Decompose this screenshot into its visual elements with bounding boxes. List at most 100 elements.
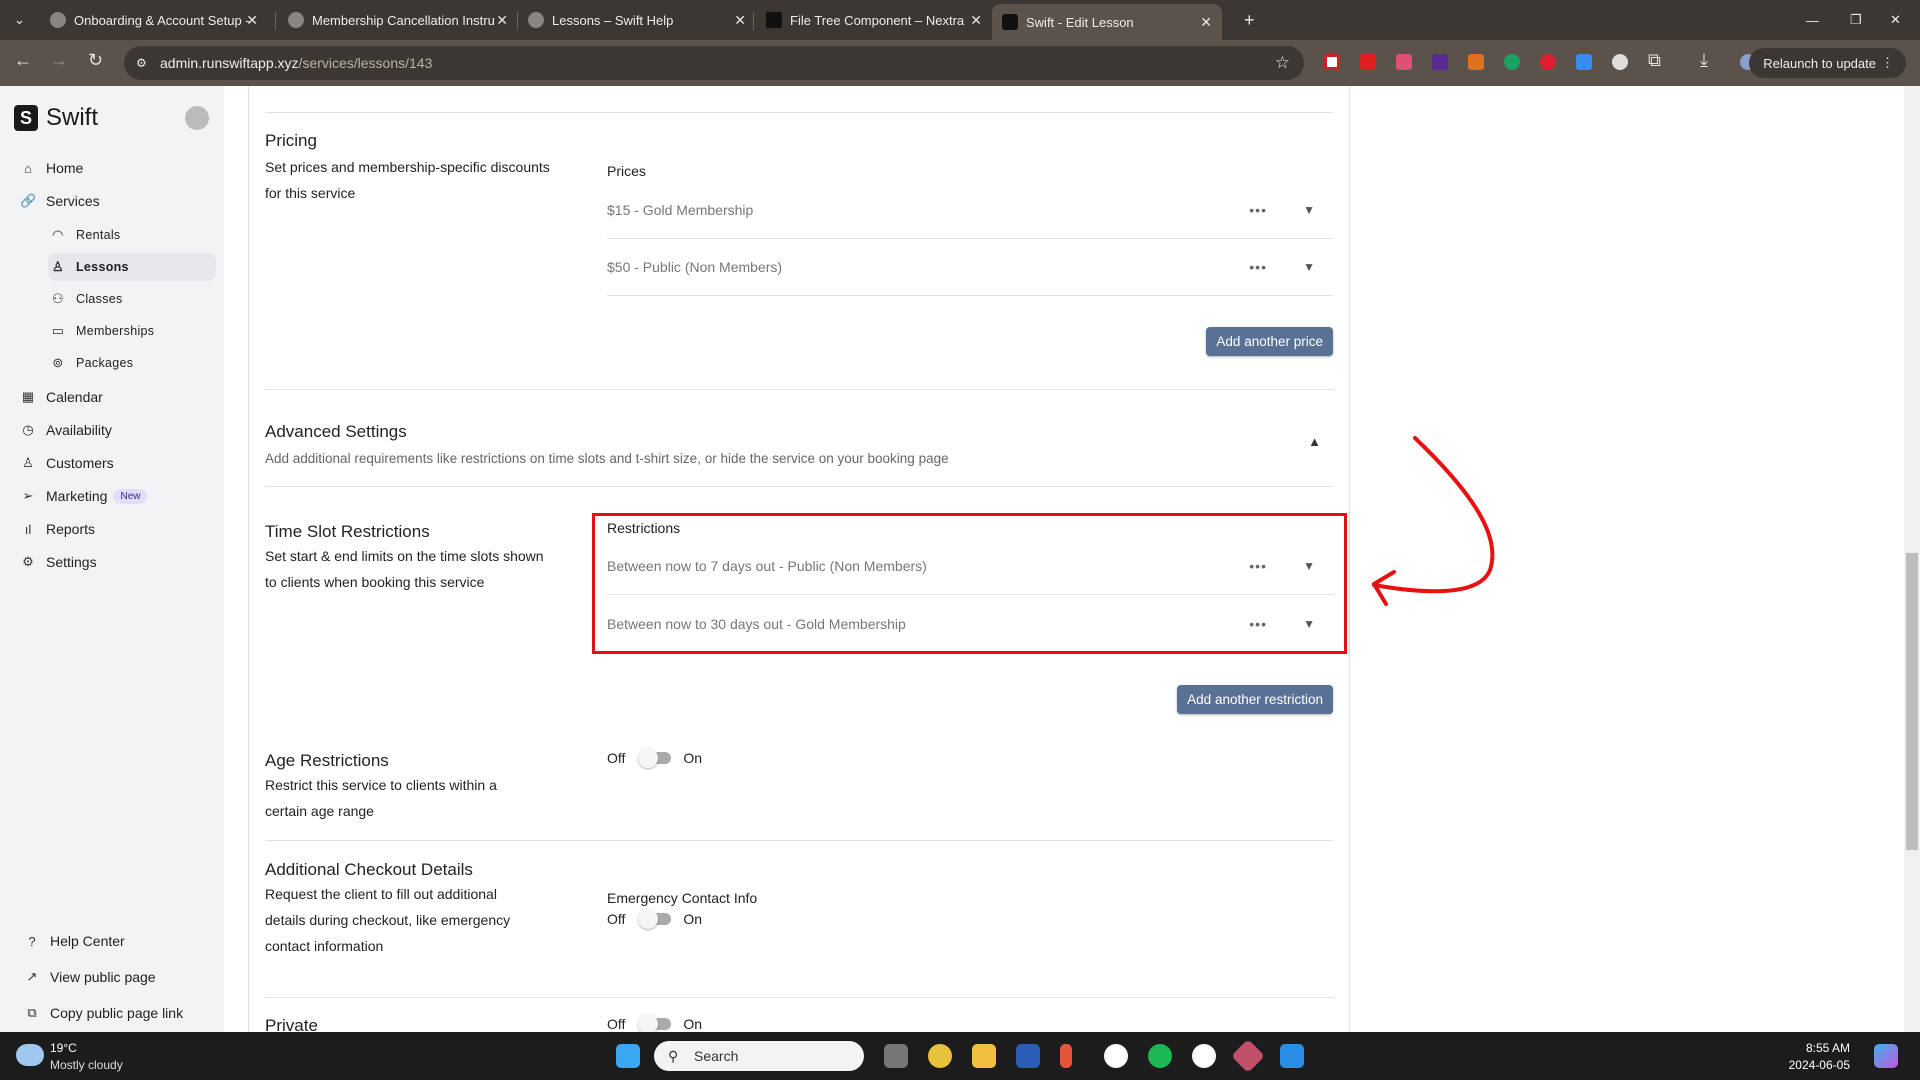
word-icon[interactable] (1016, 1044, 1040, 1068)
figma-icon[interactable] (1060, 1044, 1072, 1068)
copy-icon: ⧉ (27, 1005, 37, 1020)
taskbar-search[interactable]: ⚲ Search (654, 1041, 864, 1071)
sidebar-item-classes[interactable]: ⚇ Classes (50, 291, 123, 307)
address-bar[interactable]: ⚙ admin.runswiftapp.xyz/services/lessons… (124, 46, 1304, 80)
sidebar-item-home[interactable]: ⌂ Home (20, 160, 83, 176)
gauge-icon: ◠ (52, 227, 64, 242)
arrow-annotation-icon (1372, 436, 1495, 606)
sidebar-item-rentals[interactable]: ◠ Rentals (50, 227, 120, 243)
close-tab-icon[interactable]: ✕ (1200, 14, 1212, 31)
pricing-title: Pricing (265, 131, 317, 150)
sidebar-item-lessons[interactable]: ♙ Lessons (48, 253, 216, 281)
pricing-description: Set prices and membership-specific disco… (265, 159, 550, 201)
file-explorer-icon[interactable] (972, 1044, 996, 1068)
reload-icon[interactable]: ↻ (88, 50, 103, 71)
tab-lessons-help[interactable]: Lessons – Swift Help ✕ (518, 6, 756, 34)
restore-button[interactable]: ❐ (1840, 6, 1862, 34)
extension-icon[interactable] (1576, 54, 1592, 70)
grammarly-extension-icon[interactable] (1504, 54, 1520, 70)
swift-help-favicon-icon (528, 12, 544, 28)
view-public-page-link[interactable]: ↗ View public page (24, 969, 156, 985)
clock-date[interactable]: 2024-06-05 (1789, 1058, 1850, 1072)
sidebar-item-reports[interactable]: ıl Reports (20, 521, 95, 537)
relaunch-button[interactable]: Relaunch to update ⋮ (1749, 48, 1906, 78)
chevron-up-icon[interactable]: ▲ (1308, 434, 1321, 449)
task-view-icon[interactable] (884, 1044, 908, 1068)
toggle-switch[interactable] (638, 909, 672, 929)
vscode-icon[interactable] (1280, 1044, 1304, 1068)
close-tab-icon[interactable]: ✕ (246, 12, 258, 29)
chevron-down-icon[interactable]: ▼ (1303, 260, 1315, 274)
extension-icon[interactable] (1612, 54, 1628, 70)
brand-logo[interactable]: S Swift (14, 104, 98, 132)
sidebar-item-calendar[interactable]: ▦ Calendar (20, 389, 103, 405)
page-scrollbar[interactable] (1904, 86, 1920, 1032)
toggle-switch[interactable] (638, 748, 672, 768)
close-tab-icon[interactable]: ✕ (970, 12, 982, 29)
card-icon: ▭ (51, 323, 65, 338)
extension-icon[interactable] (1396, 54, 1412, 70)
add-restriction-button[interactable]: Add another restriction (1177, 685, 1333, 714)
sidebar-item-settings[interactable]: ⚙ Settings (20, 554, 96, 570)
browser-tab-strip: ⌄ Onboarding & Account Setup - ✕ Membersh… (0, 0, 1920, 40)
bookmark-star-icon[interactable]: ☆ (1275, 53, 1290, 73)
help-center-link[interactable]: ? Help Center (24, 933, 124, 949)
scrollbar-thumb[interactable] (1906, 553, 1918, 850)
extension-icon[interactable] (1324, 54, 1340, 70)
age-restrictions-toggle[interactable]: Off On (607, 748, 702, 768)
sidebar-item-customers[interactable]: ♙ Customers (20, 455, 114, 471)
monday-icon[interactable] (1192, 1044, 1216, 1068)
tab-file-tree[interactable]: File Tree Component – Nextra ✕ (756, 6, 992, 34)
slack-icon[interactable] (1104, 1044, 1128, 1068)
tab-membership-cancellation[interactable]: Membership Cancellation Instru ✕ (278, 6, 518, 34)
more-options-icon[interactable]: ••• (1249, 202, 1267, 218)
tab-onboarding[interactable]: Onboarding & Account Setup - ✕ (40, 6, 268, 34)
swift-help-favicon-icon (50, 12, 66, 28)
more-menu-icon[interactable]: ⋮ (1881, 55, 1894, 71)
site-info-icon[interactable]: ⚙ (136, 56, 147, 70)
close-tab-icon[interactable]: ✕ (734, 12, 746, 29)
forward-icon[interactable]: → (50, 50, 68, 71)
copy-public-link[interactable]: ⧉ Copy public page link (24, 1005, 183, 1021)
git-tool-icon[interactable] (1231, 1039, 1265, 1073)
chrome-icon[interactable] (928, 1044, 952, 1068)
new-tab-button[interactable]: + (1234, 6, 1255, 34)
user-avatar[interactable] (185, 106, 209, 130)
home-icon: ⌂ (24, 160, 32, 176)
sidebar-item-memberships[interactable]: ▭ Memberships (50, 323, 154, 339)
sidebar-item-services[interactable]: 🔗 Services (20, 193, 100, 209)
clock-time[interactable]: 8:55 AM (1806, 1041, 1850, 1055)
copilot-icon[interactable] (1874, 1044, 1898, 1068)
toggle-switch[interactable] (638, 1014, 672, 1034)
sidebar-item-availability[interactable]: ◷ Availability (20, 422, 112, 438)
tab-edit-lesson[interactable]: Swift - Edit Lesson ✕ (992, 4, 1222, 40)
extension-icon[interactable] (1432, 54, 1448, 70)
tab-search-button[interactable]: ⌄ (0, 6, 38, 34)
adblock-extension-icon[interactable] (1540, 54, 1556, 70)
sidebar-item-packages[interactable]: ⊚ Packages (50, 355, 133, 371)
close-tab-icon[interactable]: ✕ (496, 12, 508, 29)
close-window-button[interactable]: ✕ (1880, 6, 1901, 34)
search-icon: ⚲ (668, 1047, 679, 1064)
add-price-button[interactable]: Add another price (1206, 327, 1333, 356)
price-row[interactable]: $50 - Public (Non Members) ••• ▼ (607, 239, 1333, 296)
highlight-box-annotation (592, 513, 1347, 654)
private-toggle[interactable]: Off On (607, 1014, 702, 1034)
price-row[interactable]: $15 - Gold Membership ••• ▼ (607, 182, 1333, 239)
back-icon[interactable]: ← (14, 50, 32, 71)
weather-icon[interactable] (16, 1044, 44, 1066)
extensions-puzzle-icon[interactable]: ⧉ (1648, 50, 1661, 71)
weather-temp[interactable]: 19°C (50, 1041, 77, 1055)
new-badge: New (113, 488, 148, 504)
metamask-extension-icon[interactable] (1468, 54, 1484, 70)
more-options-icon[interactable]: ••• (1249, 259, 1267, 275)
sidebar-item-marketing[interactable]: ➢ Marketing New (20, 488, 148, 504)
emergency-contact-toggle[interactable]: Off On (607, 909, 702, 929)
spotify-icon[interactable] (1148, 1044, 1172, 1068)
windows-start-icon[interactable] (616, 1044, 640, 1068)
download-icon[interactable]: ⤓ (1700, 50, 1708, 71)
extension-icon[interactable] (1360, 54, 1376, 70)
weather-condition[interactable]: Mostly cloudy (50, 1058, 123, 1072)
chevron-down-icon[interactable]: ▼ (1303, 203, 1315, 217)
minimize-button[interactable]: — (1796, 6, 1819, 34)
